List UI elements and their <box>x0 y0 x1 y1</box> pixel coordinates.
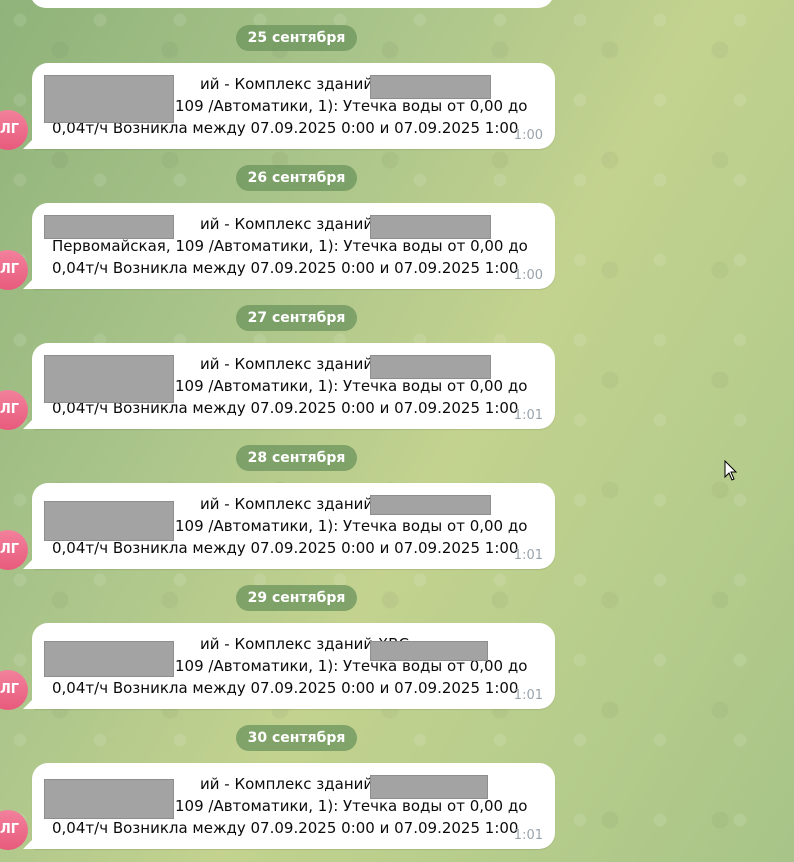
redaction-block <box>44 75 174 123</box>
message-line: 109 /Автоматики, 1): Утечка воды от 0,00… <box>175 797 528 815</box>
bubble-tail <box>23 835 37 849</box>
message-time: 1:01 <box>513 408 543 423</box>
bubble-tail <box>23 275 37 289</box>
mouse-cursor-icon <box>724 460 738 481</box>
message-bubble[interactable]: ий - Комплекс зданий ХВС 109 /Автоматики… <box>32 483 555 569</box>
date-separator: 30 сентября <box>236 725 357 751</box>
message-bubble[interactable]: ий - Комплекс зданий ХВС 109 /Автоматики… <box>32 343 555 429</box>
redaction-block <box>44 355 174 403</box>
message-time: 1:00 <box>513 128 543 143</box>
chat-history[interactable]: 25 сентября ЛГ ий - Комплекс зданий ХВС … <box>0 0 794 862</box>
previous-message-bubble[interactable] <box>30 0 554 8</box>
redaction-block <box>44 215 174 239</box>
redaction-block <box>370 75 491 99</box>
redaction-block <box>370 215 491 239</box>
message-time: 1:01 <box>513 548 543 563</box>
date-separator: 25 сентября <box>236 25 357 51</box>
message-line: 109 /Автоматики, 1): Утечка воды от 0,00… <box>175 97 528 115</box>
avatar-initials: ЛГ <box>0 262 20 277</box>
bubble-tail <box>23 135 37 149</box>
message-line: Первомайская, 109 /Автоматики, 1): Утечк… <box>52 236 528 256</box>
redaction-block <box>370 495 491 515</box>
message-time: 1:00 <box>513 268 543 283</box>
bubble-tail <box>23 695 37 709</box>
avatar-initials: ЛГ <box>0 822 20 837</box>
message-line: 0,04т/ч Возникла между 07.09.2025 0:00 и… <box>52 259 519 277</box>
message-line: 0,04т/ч Возникла между 07.09.2025 0:00 и… <box>52 679 519 697</box>
avatar-initials: ЛГ <box>0 122 20 137</box>
redaction-block <box>370 775 488 799</box>
redaction-block <box>44 641 174 677</box>
message-line: 109 /Автоматики, 1): Утечка воды от 0,00… <box>175 377 528 395</box>
message-bubble[interactable]: ий - Комплекс зданий ХВС 109 /Автоматики… <box>32 63 555 149</box>
message-time: 1:01 <box>513 828 543 843</box>
avatar-initials: ЛГ <box>0 542 20 557</box>
message-bubble[interactable]: ий - Комплекс зданий ХВС 109 /Автоматики… <box>32 763 555 849</box>
message-line: 0,04т/ч Возникла между 07.09.2025 0:00 и… <box>52 819 519 837</box>
date-separator: 27 сентября <box>236 305 357 331</box>
message-line-prefix: Первомайская, <box>52 237 171 255</box>
date-separator: 26 сентября <box>236 165 357 191</box>
redaction-block <box>44 501 174 541</box>
message-line-rest: 109 /Автоматики, 1): Утечка воды от 0,00… <box>175 237 528 255</box>
message-line: 0,04т/ч Возникла между 07.09.2025 0:00 и… <box>52 539 519 557</box>
avatar-initials: ЛГ <box>0 682 20 697</box>
bubble-tail <box>23 415 37 429</box>
redaction-block <box>370 355 491 379</box>
message-bubble[interactable]: ий - Комплекс зданий ХВС 109 /Автоматики… <box>32 623 555 709</box>
avatar-initials: ЛГ <box>0 402 20 417</box>
bubble-tail <box>23 555 37 569</box>
redaction-block <box>44 779 174 819</box>
message-line: 109 /Автоматики, 1): Утечка воды от 0,00… <box>175 517 528 535</box>
date-separator: 29 сентября <box>236 585 357 611</box>
message-time: 1:01 <box>513 688 543 703</box>
date-separator: 28 сентября <box>236 445 357 471</box>
redaction-block <box>370 641 488 661</box>
message-bubble[interactable]: ий - Комплекс зданий ХВС Первомайская, 1… <box>32 203 555 289</box>
